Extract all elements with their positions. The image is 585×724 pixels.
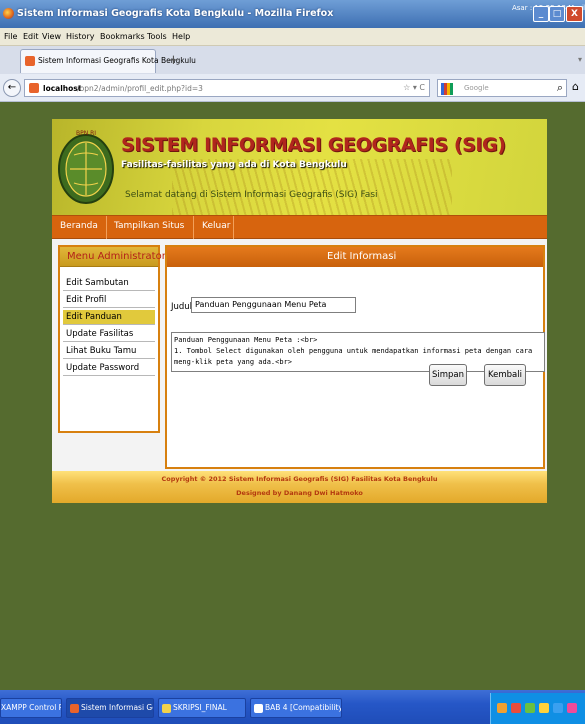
- save-button[interactable]: Simpan: [429, 364, 467, 386]
- sidebar-item-edit-profil[interactable]: Edit Profil: [63, 293, 155, 308]
- tab-strip: Sistem Informasi Geografis Kota Bengkulu…: [0, 46, 585, 74]
- nav-divider: [233, 216, 234, 239]
- sidebar-item-lihat-buku-tamu[interactable]: Lihat Buku Tamu: [63, 344, 155, 359]
- menu-view[interactable]: View: [42, 32, 61, 41]
- tray-icon[interactable]: [553, 703, 563, 713]
- back-arrow-icon: ←: [7, 82, 17, 93]
- sidebar-header: Menu Administrator: [60, 247, 166, 267]
- tray-icon[interactable]: [511, 703, 521, 713]
- footer-copyright: Copyright © 2012 Sistem Informasi Geogra…: [161, 475, 438, 483]
- menu-tools[interactable]: Tools: [147, 32, 167, 41]
- url-host: localhost: [43, 84, 82, 93]
- nav-divider: [106, 216, 107, 239]
- judul-input[interactable]: Panduan Penggunaan Menu Peta: [191, 297, 356, 313]
- bpn-logo: BPN RI: [58, 130, 114, 204]
- system-tray: [490, 693, 585, 724]
- tray-icon[interactable]: [497, 703, 507, 713]
- new-tab-button[interactable]: +: [168, 53, 179, 68]
- edit-panel: Edit Informasi Judul Panduan Penggunaan …: [165, 245, 545, 469]
- minimize-button[interactable]: _: [533, 6, 549, 22]
- nav-divider: [193, 216, 194, 239]
- back-button[interactable]: ←: [3, 79, 21, 97]
- menu-edit[interactable]: Edit: [23, 32, 39, 41]
- nav-keluar[interactable]: Keluar: [202, 221, 230, 231]
- sidebar-item-update-fasilitas[interactable]: Update Fasilitas: [63, 327, 155, 342]
- menu-history[interactable]: History: [66, 32, 94, 41]
- site-title: SISTEM INFORMASI GEOGRAFIS (SIG): [121, 134, 506, 156]
- favicon-icon: [25, 56, 35, 66]
- word-doc-icon: [254, 703, 263, 713]
- menu-file[interactable]: File: [4, 32, 17, 41]
- menubar: File Edit View History Bookmarks Tools H…: [0, 28, 585, 46]
- os-taskbar: XAMPP Control Panel ... Sistem Informasi…: [0, 690, 585, 724]
- back-button[interactable]: Kembali: [484, 364, 526, 386]
- site-footer: Copyright © 2012 Sistem Informasi Geogra…: [52, 471, 547, 503]
- folder-icon: [162, 703, 171, 713]
- search-bar[interactable]: Google ⌕: [437, 79, 567, 97]
- judul-label: Judul: [171, 302, 193, 312]
- content-area: Menu Administrator Edit Sambutan Edit Pr…: [52, 239, 547, 471]
- sidebar-item-update-password[interactable]: Update Password: [63, 361, 155, 376]
- tray-icon[interactable]: [525, 703, 535, 713]
- maximize-button[interactable]: □: [549, 6, 565, 22]
- google-icon: [441, 83, 453, 95]
- close-button[interactable]: X: [566, 6, 583, 22]
- tray-icon[interactable]: [567, 703, 577, 713]
- firefox-icon: [3, 8, 14, 19]
- taskbar-item-xampp[interactable]: XAMPP Control Panel ...: [0, 698, 62, 718]
- sidebar-title: Menu Administrator: [67, 251, 166, 262]
- panel-title: Edit Informasi: [327, 251, 397, 262]
- tab-sig[interactable]: Sistem Informasi Geografis Kota Bengkulu: [20, 49, 196, 73]
- textarea-line: 1. Tombol Select digunakan oleh pengguna…: [174, 347, 533, 355]
- footer-designer: Designed by Danang Dwi Hatmoko: [236, 489, 363, 497]
- url-path: /bpn2/admin/profil_edit.php?id=3: [77, 84, 203, 93]
- navigation-bar: ← localhost /bpn2/admin/profil_edit.php?…: [0, 74, 585, 102]
- search-placeholder: Google: [464, 84, 489, 92]
- window-title: Sistem Informasi Geografis Kota Bengkulu…: [17, 8, 334, 19]
- menu-help[interactable]: Help: [172, 32, 190, 41]
- tray-icon[interactable]: [539, 703, 549, 713]
- admin-sidebar: Menu Administrator Edit Sambutan Edit Pr…: [58, 245, 166, 433]
- logo-text: BPN RI: [76, 130, 96, 137]
- nav-tampilkan-situs[interactable]: Tampilkan Situs: [114, 221, 184, 231]
- nav-beranda[interactable]: Beranda: [60, 221, 98, 231]
- taskbar-item-skripsi[interactable]: SKRIPSI_FINAL: [158, 698, 246, 718]
- welcome-marquee: Selamat datang di Sistem Informasi Geogr…: [125, 190, 378, 200]
- textarea-line: Panduan Penggunaan Menu Peta :<br>: [174, 336, 318, 344]
- home-icon[interactable]: ⌂: [572, 80, 579, 93]
- panel-header: Edit Informasi: [167, 247, 543, 267]
- url-bar[interactable]: localhost /bpn2/admin/profil_edit.php?id…: [24, 79, 430, 97]
- taskbar-item-firefox[interactable]: Sistem Informasi Geo...: [66, 698, 154, 718]
- sidebar-item-edit-panduan[interactable]: Edit Panduan: [63, 310, 155, 325]
- site-subtitle: Fasilitas-fasilitas yang ada di Kota Ben…: [121, 160, 347, 170]
- bookmark-star-reload-icon[interactable]: ☆ ▾ C: [403, 83, 425, 92]
- tab-list-chevron-icon[interactable]: ▾: [578, 55, 582, 64]
- site-banner: BPN RI SISTEM INFORMASI GEOGRAFIS (SIG) …: [52, 119, 547, 215]
- taskbar-item-word[interactable]: BAB 4 [Compatibility ...: [250, 698, 342, 718]
- site-identity-icon: [29, 83, 39, 93]
- search-icon[interactable]: ⌕: [557, 81, 563, 95]
- site-container: BPN RI SISTEM INFORMASI GEOGRAFIS (SIG) …: [52, 119, 547, 503]
- firefox-icon: [70, 703, 79, 713]
- menu-bookmarks[interactable]: Bookmarks: [100, 32, 145, 41]
- window-titlebar: Sistem Informasi Geografis Kota Bengkulu…: [0, 0, 585, 28]
- sidebar-item-edit-sambutan[interactable]: Edit Sambutan: [63, 276, 155, 291]
- site-nav: Beranda Tampilkan Situs Keluar: [52, 215, 547, 239]
- page-viewport: BPN RI SISTEM INFORMASI GEOGRAFIS (SIG) …: [0, 102, 585, 690]
